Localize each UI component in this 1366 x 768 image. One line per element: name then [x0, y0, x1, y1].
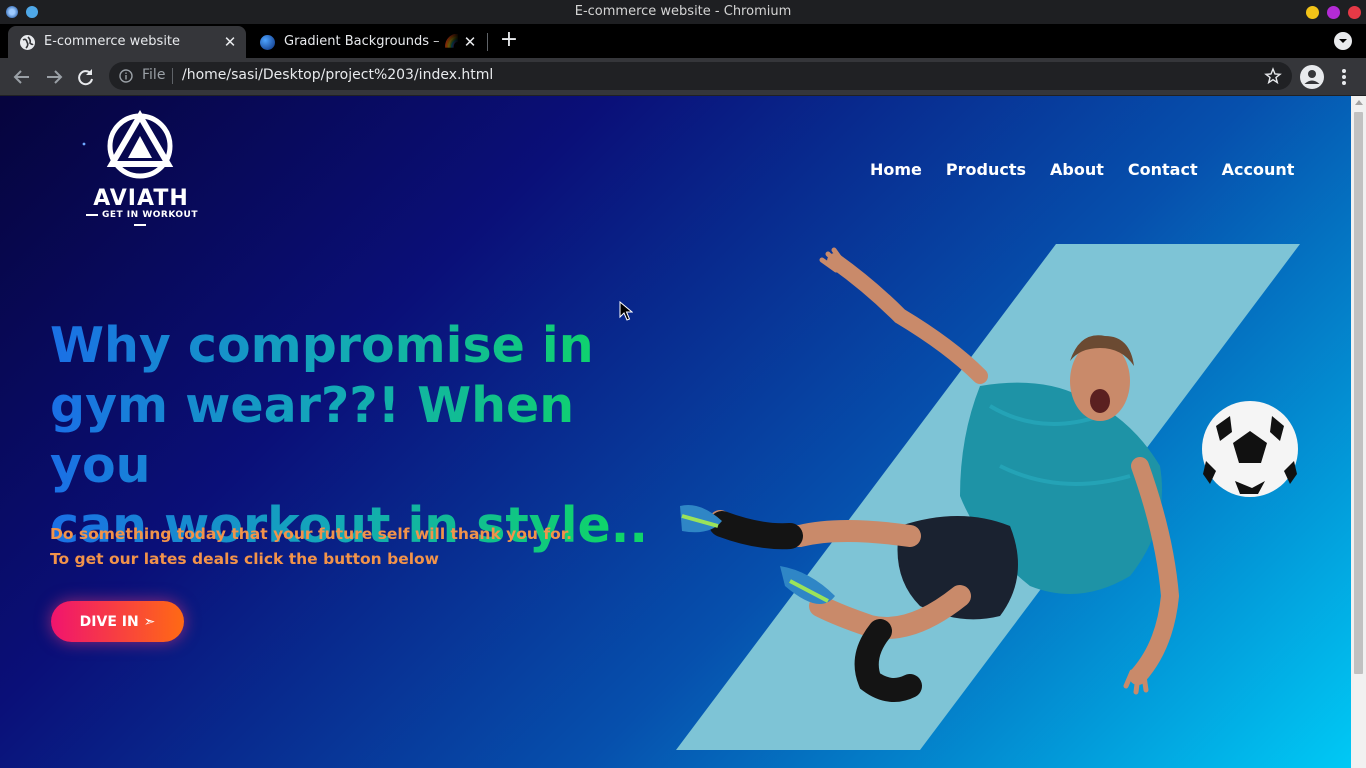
headline-line: Why compromise in — [50, 317, 594, 374]
forward-button[interactable] — [41, 65, 67, 89]
window-title: E-commerce website - Chromium — [574, 4, 792, 19]
scrollbar-thumb[interactable] — [1354, 112, 1363, 674]
tab-search-button[interactable] — [1332, 30, 1354, 52]
hero-footballer-image — [676, 244, 1300, 750]
info-icon[interactable] — [119, 69, 133, 83]
page-scrollbar[interactable] — [1351, 96, 1366, 768]
browser-menu-button[interactable] — [1334, 66, 1354, 88]
tab-close-icon[interactable]: ✕ — [220, 32, 240, 52]
tab-label: Gradient Backgrounds – 🌈 T — [284, 34, 459, 49]
logo-tagline: GET IN WORKOUT — [74, 210, 206, 230]
hero-subtext: Do something today that your future self… — [50, 522, 610, 572]
window-titlebar: E-commerce website - Chromium — [0, 0, 1366, 24]
bookmark-star-icon[interactable] — [1264, 67, 1282, 85]
browser-toolbar: File /home/sasi/Desktop/project%203/inde… — [0, 58, 1366, 96]
gradient-site-icon — [260, 35, 275, 50]
address-bar[interactable]: File /home/sasi/Desktop/project%203/inde… — [109, 62, 1292, 90]
minimize-button[interactable] — [1306, 6, 1319, 19]
arrow-left-icon — [13, 70, 29, 84]
back-button[interactable] — [9, 65, 35, 89]
football-icon — [1202, 401, 1298, 497]
reload-button[interactable] — [73, 65, 99, 89]
tab-gradient-backgrounds[interactable]: Gradient Backgrounds – 🌈 T ✕ — [248, 26, 486, 58]
chevron-down-icon — [1334, 32, 1352, 50]
subtext-line: To get our lates deals click the button … — [50, 550, 439, 568]
nav-account-link[interactable]: Account — [1222, 160, 1295, 184]
nav-home-link[interactable]: Home — [870, 160, 922, 184]
url-text[interactable]: /home/sasi/Desktop/project%203/index.htm… — [182, 67, 493, 83]
arrow-right-icon — [47, 70, 63, 84]
globe-icon — [20, 35, 35, 50]
aviath-logo-icon — [82, 110, 174, 179]
reload-icon — [78, 69, 93, 86]
maximize-button[interactable] — [1327, 6, 1340, 19]
tab-ecommerce[interactable]: E-commerce website ✕ — [8, 26, 246, 58]
more-vertical-icon — [1342, 69, 1346, 85]
nav-about-link[interactable]: About — [1050, 160, 1104, 184]
hero-headline: Why compromise in gym wear??! When you c… — [50, 316, 670, 556]
subtext-line: Do something today that your future self… — [50, 525, 573, 543]
main-nav: Home Products About Contact Account — [870, 160, 1294, 184]
mouse-cursor-icon — [619, 301, 633, 321]
tab-strip: E-commerce website ✕ Gradient Background… — [0, 24, 1366, 58]
tab-close-icon[interactable]: ✕ — [460, 32, 480, 52]
dive-in-button[interactable]: DIVE IN ➣ — [51, 601, 184, 642]
new-tab-button[interactable]: + — [496, 29, 522, 53]
tab-label: E-commerce website — [44, 34, 181, 49]
profile-avatar-button[interactable] — [1300, 65, 1324, 89]
tab-divider — [487, 33, 488, 51]
nav-products-link[interactable]: Products — [946, 160, 1026, 184]
headline-line: gym wear??! When you — [50, 377, 575, 494]
page-viewport: AVIATH GET IN WORKOUT Home Products Abou… — [0, 96, 1351, 768]
url-divider — [172, 68, 173, 84]
person-icon — [1304, 70, 1320, 84]
logo-brand-name: AVIATH — [93, 186, 189, 211]
scroll-up-arrow-icon[interactable] — [1355, 100, 1363, 105]
site-logo[interactable]: AVIATH GET IN WORKOUT — [74, 110, 206, 220]
nav-contact-link[interactable]: Contact — [1128, 160, 1198, 184]
close-window-button[interactable] — [1348, 6, 1361, 19]
url-scheme: File — [142, 67, 166, 83]
